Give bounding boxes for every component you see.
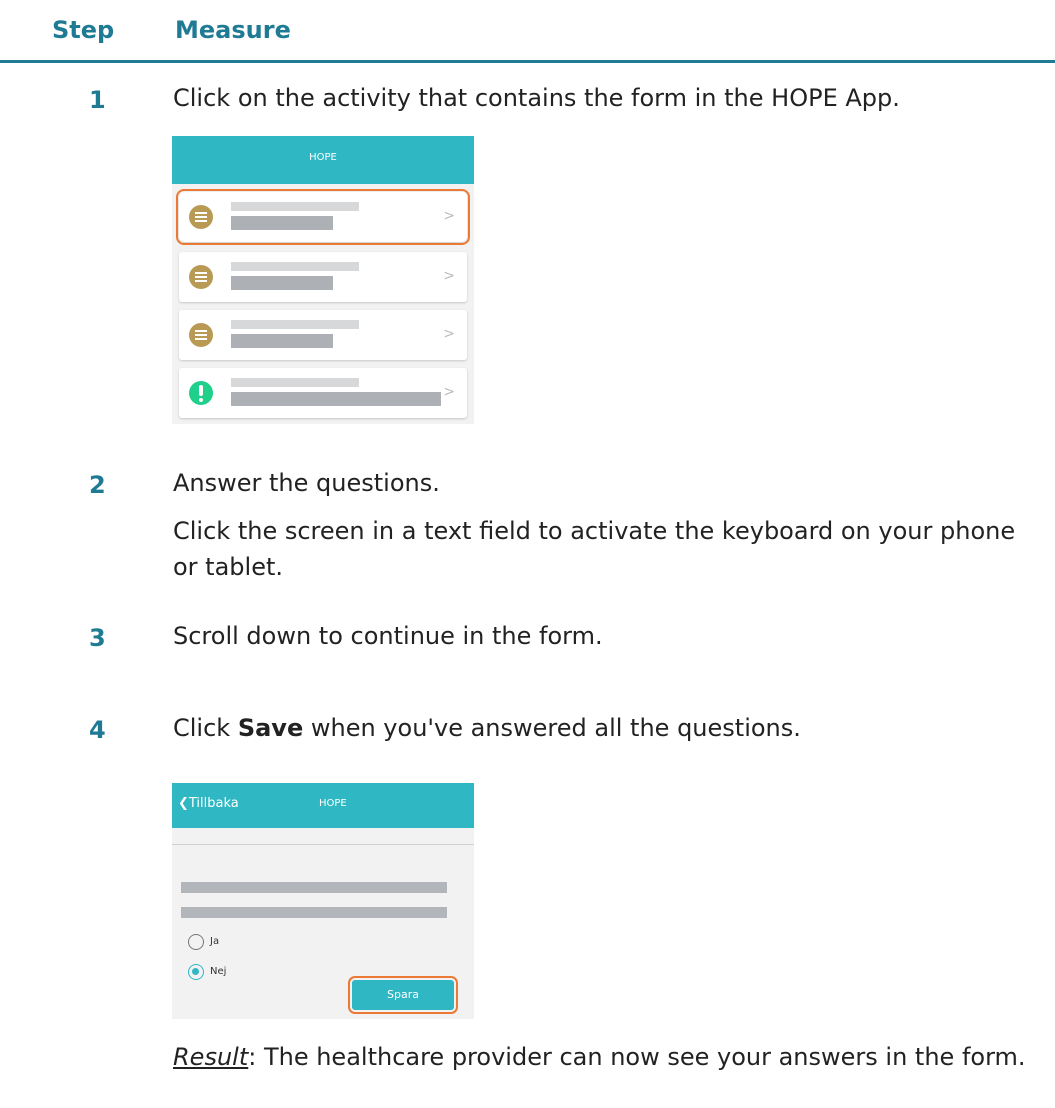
app-header-bar: ❮Tillbaka HOPE (172, 783, 474, 828)
step-number-2: 2 (89, 471, 106, 499)
chevron-right-icon: > (443, 268, 455, 284)
activity-card[interactable]: > (179, 252, 467, 302)
form-list-icon (189, 205, 213, 229)
radio-no[interactable] (188, 964, 204, 980)
app-title: HOPE (309, 152, 337, 163)
activity-card[interactable]: > (179, 310, 467, 360)
activity-card-highlighted[interactable]: > (176, 189, 470, 245)
placeholder-block (231, 392, 441, 406)
app-header-bar: HOPE (172, 136, 474, 184)
chevron-right-icon: > (443, 326, 455, 342)
chevron-right-icon: > (443, 384, 455, 400)
placeholder-line (231, 320, 359, 329)
step-number-4: 4 (89, 716, 106, 744)
result-text: Result: The healthcare provider can now … (173, 1043, 1026, 1071)
radio-yes[interactable] (188, 934, 204, 950)
placeholder-line (231, 378, 359, 387)
placeholder-block (231, 334, 333, 348)
step-3-text: Scroll down to continue in the form. (173, 622, 603, 650)
placeholder-question-line (181, 907, 447, 918)
measure-column-header: Measure (175, 16, 291, 44)
step-4-text: Click Save when you've answered all the … (173, 714, 801, 742)
step-number-3: 3 (89, 624, 106, 652)
radio-yes-label: Ja (210, 936, 220, 947)
divider (172, 844, 474, 845)
step-column-header: Step (52, 16, 115, 44)
step-2-detail: Click the screen in a text field to acti… (173, 517, 1016, 581)
header-divider (0, 60, 1055, 63)
back-button[interactable]: ❮Tillbaka (178, 796, 239, 811)
step-1-text: Click on the activity that contains the … (173, 84, 900, 112)
app-title: HOPE (319, 798, 347, 809)
form-screenshot: ❮Tillbaka HOPE Ja Nej Spara (172, 783, 474, 1019)
placeholder-line (231, 202, 359, 211)
placeholder-line (231, 262, 359, 271)
alert-icon (189, 381, 213, 405)
form-list-icon (189, 323, 213, 347)
placeholder-question-line (181, 882, 447, 893)
step-2-text: Answer the questions. (173, 469, 440, 497)
placeholder-block (231, 216, 333, 230)
step-number-1: 1 (89, 86, 106, 114)
result-label: Result (173, 1043, 249, 1071)
table-header: Step Measure (0, 0, 1055, 62)
activity-list-screenshot: HOPE > > > > (172, 136, 474, 424)
placeholder-block (231, 276, 333, 290)
chevron-right-icon: > (443, 208, 455, 224)
radio-no-label: Nej (210, 966, 227, 977)
activity-card[interactable]: > (179, 368, 467, 418)
save-button[interactable]: Spara (348, 976, 458, 1014)
save-keyword: Save (237, 714, 304, 742)
form-list-icon (189, 265, 213, 289)
